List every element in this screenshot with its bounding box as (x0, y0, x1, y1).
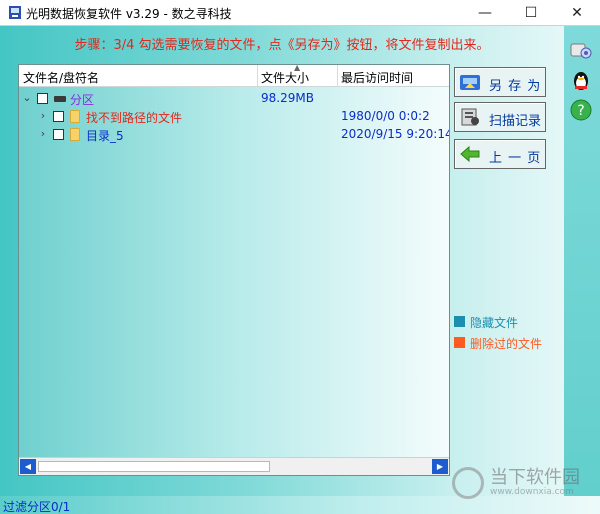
column-access-time[interactable]: 最后访问时间 (341, 69, 413, 86)
title-bar: 光明数据恢复软件 v3.29 - 数之寻科技 — ☐ ✕ (0, 0, 600, 26)
column-header: 文件名/盘符名 ▲ 文件大小 最后访问时间 (19, 65, 449, 87)
checkbox[interactable] (37, 93, 48, 104)
right-icon-strip: ? (564, 26, 600, 496)
folder-icon (70, 110, 80, 123)
watermark-title: 当下软件园 (490, 467, 580, 488)
drive-icon (54, 96, 66, 102)
tree-row-partition[interactable]: ⌄ 分区 98.29MB (19, 90, 449, 108)
legend-swatch (454, 337, 465, 348)
scan-record-button[interactable]: 扫描记录 (454, 102, 546, 132)
watermark: 当下软件园 www.downxia.com (452, 463, 592, 503)
checkbox[interactable] (53, 111, 64, 122)
arrow-left-icon (460, 145, 480, 163)
scroll-left-button[interactable]: ◀ (20, 459, 36, 474)
help-icon[interactable]: ? (569, 98, 593, 122)
window-title: 光明数据恢复软件 v3.29 - 数之寻科技 (26, 7, 232, 21)
column-divider[interactable] (257, 65, 258, 87)
step-instruction: 步骤：3/4 勾选需要恢复的文件，点《另存为》按钮，将文件复制出来。 (74, 38, 490, 53)
chevron-down-icon[interactable]: ⌄ (22, 91, 32, 104)
row-size: 98.29MB (261, 91, 314, 105)
scroll-thumb[interactable] (38, 461, 270, 472)
previous-page-label: 上 一 页 (489, 151, 542, 166)
column-size[interactable]: 文件大小 (261, 69, 309, 86)
legend-label: 隐藏文件 (470, 316, 519, 330)
tree-row-folder[interactable]: › 找不到路径的文件 1980/0/0 0:0:2 (19, 108, 449, 126)
scan-record-label: 扫描记录 (489, 114, 542, 129)
chevron-right-icon[interactable]: › (38, 109, 48, 122)
row-name: 目录_5 (86, 129, 124, 143)
maximize-button[interactable]: ☐ (508, 0, 554, 26)
horizontal-scrollbar[interactable]: ◀ ▶ (19, 457, 449, 475)
row-name: 找不到路径的文件 (86, 111, 183, 125)
save-as-icon (460, 75, 480, 90)
save-as-button[interactable]: 另 存 为 (454, 67, 546, 97)
column-name[interactable]: 文件名/盘符名 (23, 69, 99, 86)
tree-row-folder[interactable]: › 目录_5 2020/9/15 9:20:14 (19, 126, 449, 144)
previous-page-button[interactable]: 上 一 页 (454, 139, 546, 169)
legend-swatch (454, 316, 465, 327)
row-access-time: 2020/9/15 9:20:14 (341, 127, 450, 141)
legend-hidden-files: 隐藏文件 (454, 314, 564, 330)
chevron-right-icon[interactable]: › (38, 127, 48, 140)
app-logo-icon (9, 6, 21, 19)
legend-deleted-files: 删除过的文件 (454, 335, 564, 351)
checkbox[interactable] (53, 129, 64, 140)
qq-penguin-icon[interactable] (569, 68, 593, 92)
legend-label: 删除过的文件 (470, 337, 543, 351)
save-as-label: 另 存 为 (489, 79, 542, 94)
status-text: 过滤分区0/1 (3, 500, 71, 514)
row-name: 分区 (70, 93, 95, 107)
column-divider[interactable] (337, 65, 338, 87)
row-access-time: 1980/0/0 0:0:2 (341, 109, 430, 123)
watermark-logo-icon (452, 467, 484, 499)
scan-record-icon (461, 108, 479, 126)
watermark-url: www.downxia.com (490, 487, 574, 497)
scroll-right-button[interactable]: ▶ (432, 459, 448, 474)
file-tree-panel: 文件名/盘符名 ▲ 文件大小 最后访问时间 ⌄ 分区 98.29MB › 找不到… (18, 64, 450, 476)
close-button[interactable]: ✕ (554, 0, 600, 26)
main-area: 步骤：3/4 勾选需要恢复的文件，点《另存为》按钮，将文件复制出来。 文件名/盘… (0, 26, 600, 514)
minimize-button[interactable]: — (462, 0, 508, 26)
settings-icon[interactable] (569, 38, 593, 62)
svg-text:?: ? (577, 103, 584, 119)
folder-icon (70, 128, 80, 141)
